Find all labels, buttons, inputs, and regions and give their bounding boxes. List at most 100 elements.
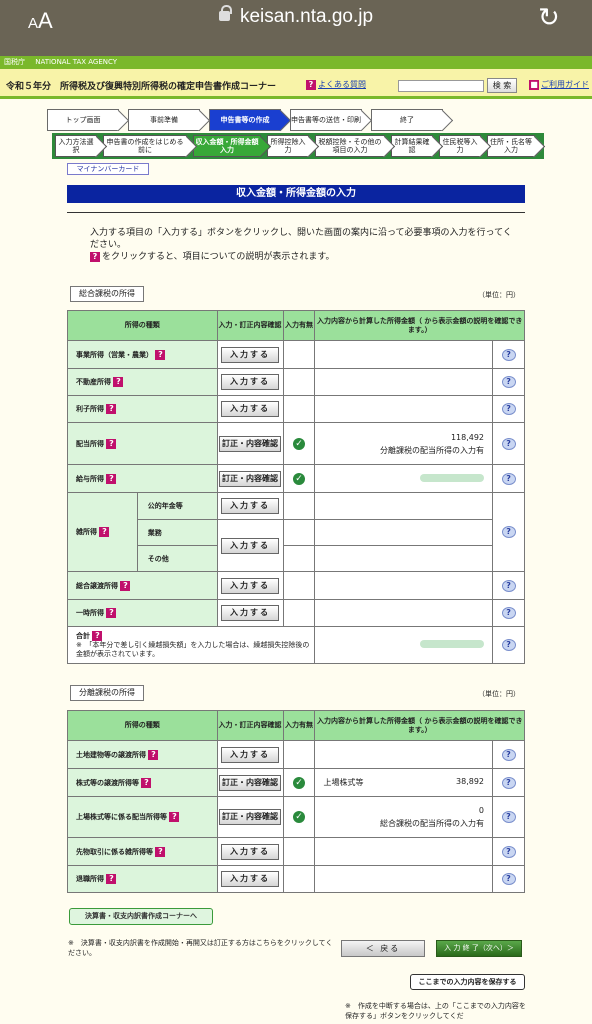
intro-line1: 入力する項目の「入力する」ボタンをクリックし、開いた画面の案内に沿って必要事項の… — [90, 228, 512, 250]
save-note: ※ 作成を中断する場合は、上の「ここまでの入力内容を保存する」ボタンをクリックし… — [345, 1002, 526, 1020]
info-icon[interactable]: ? — [501, 376, 516, 388]
info-icon[interactable]: ? — [501, 579, 516, 592]
info-icon[interactable]: ? — [501, 639, 516, 651]
help-question-icon[interactable]: ? — [155, 349, 166, 360]
input-button[interactable]: 入力する — [221, 843, 280, 860]
mynumber-card-button[interactable]: マイナンバーカード — [67, 163, 149, 175]
page-title: 収入金額・所得金額の入力 — [67, 185, 525, 203]
table-row-total: 合計 ? ※ 「本年分で差し引く繰越損失額」を入力した場合は、繰越損失控除後の金… — [66, 626, 525, 664]
col-amount: 入力内容から計算した所得金額（ から表示金額の説明を確認できます。） — [314, 710, 525, 741]
help-question-icon[interactable]: ? — [106, 438, 117, 449]
info-icon[interactable]: ? — [501, 437, 516, 450]
faq-link[interactable]: ? よくある質問 — [306, 79, 366, 90]
edit-button[interactable]: 訂正・内容確認 — [219, 774, 282, 791]
help-question-icon[interactable]: ? — [106, 404, 117, 414]
step-prep: 事前準備 — [128, 109, 200, 131]
general-income-table: 所得の種類 入力・訂正内容確認 入力有無 入力内容から計算した所得金額（ から表… — [66, 310, 525, 664]
info-icon[interactable]: ? — [501, 748, 516, 761]
agency-strip: 国税庁 NATIONAL TAX AGENCY — [0, 56, 592, 69]
table-row: 事業所得（営業・農業） ? 入力する ? — [67, 340, 525, 369]
col-has: 入力有無 — [282, 710, 316, 741]
help-question-icon[interactable]: ? — [92, 631, 103, 641]
total-note: ※ 「本年分で差し引く繰越損失額」を入力した場合は、繰越損失控除後の金額が表示さ… — [76, 641, 310, 658]
search-button[interactable]: 検 索 — [487, 78, 517, 93]
step-end: 終了 — [371, 109, 443, 131]
input-button[interactable]: 入力する — [221, 374, 280, 390]
table-row: 株式等の譲渡所得等 ? 訂正・内容確認 ✓ 上場株式等 38,892 ? — [67, 768, 525, 797]
listed-dividend-amount: 0 — [478, 806, 485, 815]
row-land: 土地建物等の譲渡所得 — [76, 750, 146, 759]
step-top: トップ画面 — [47, 109, 119, 131]
separate-income-table: 所得の種類 入力・訂正内容確認 入力有無 入力内容から計算した所得金額（ から表… — [67, 710, 525, 893]
input-button[interactable]: 入力する — [221, 346, 280, 363]
table-row: 退職所得 ? 入力する ? — [67, 865, 525, 893]
row-business: 事業所得（営業・農業） — [76, 350, 153, 359]
help-question-icon[interactable]: ? — [113, 377, 124, 387]
col-amount: 入力内容から計算した所得金額（ から表示金額の説明を確認できます。） — [314, 310, 525, 341]
help-question-icon[interactable]: ? — [169, 812, 180, 822]
dividend-note: 分離課税の配当所得の入力有 — [380, 445, 485, 455]
col-kind: 所得の種類 — [67, 710, 218, 741]
row-temporary: 一時所得 — [76, 609, 104, 617]
title-bar: 令和５年分 所得税及び復興特別所得税の確定申告書作成コーナー ? よくある質問 検… — [0, 69, 592, 99]
info-icon[interactable]: ? — [501, 873, 516, 885]
row-futures: 先物取引に係る雑所得等 — [76, 847, 153, 856]
guide-icon: ■ — [529, 79, 539, 90]
search-input[interactable] — [398, 80, 484, 92]
edit-button[interactable]: 訂正・内容確認 — [219, 435, 282, 452]
row-interest: 利子所得 — [76, 405, 104, 413]
back-button[interactable]: ＜ 戻る — [341, 940, 425, 957]
info-icon[interactable]: ? — [501, 526, 516, 538]
col-input: 入力・訂正内容確認 — [216, 310, 284, 341]
input-button[interactable]: 入力する — [221, 401, 280, 417]
input-button[interactable]: 入力する — [221, 746, 280, 763]
edit-button[interactable]: 訂正・内容確認 — [219, 809, 282, 825]
info-icon[interactable]: ? — [501, 403, 516, 415]
substep-income: 収入金額・所得金額入力 — [193, 135, 261, 157]
info-icon[interactable]: ? — [501, 845, 516, 858]
substep-resident-tax: 住民税等入力 — [439, 135, 481, 157]
info-icon[interactable]: ? — [501, 776, 516, 789]
section-separate-label: 分離課税の所得 — [70, 685, 144, 701]
agency-name-en: NATIONAL TAX AGENCY — [35, 58, 118, 66]
stock-sub-label: 上場株式等 — [323, 778, 364, 787]
reload-icon[interactable]: ↻ — [538, 3, 560, 33]
input-button[interactable]: 入力する — [221, 537, 280, 554]
next-button[interactable]: 入 力 終 了（次へ）＞ — [436, 940, 522, 957]
check-icon: ✓ — [292, 437, 305, 450]
row-misc-other: その他 — [147, 554, 169, 563]
col-has: 入力有無 — [282, 310, 316, 341]
settlement-corner-button[interactable]: 決算書・収支内訳書作成コーナーへ — [69, 908, 213, 925]
listed-dividend-note: 総合課税の配当所得の入力有 — [380, 819, 485, 828]
row-salary: 給与所得 — [76, 474, 104, 483]
help-question-icon[interactable]: ? — [120, 580, 131, 591]
input-button[interactable]: 入力する — [221, 605, 280, 621]
section-general-label: 総合課税の所得 — [70, 286, 144, 302]
table-row: 利子所得 ? 入力する ? — [67, 395, 525, 423]
input-button[interactable]: 入力する — [221, 577, 280, 594]
url-bar[interactable]: keisan.nta.go.jp — [0, 5, 592, 28]
table-row: 一時所得 ? 入力する ? — [67, 599, 525, 627]
help-question-icon[interactable]: ? — [106, 874, 117, 884]
row-misc: 雑所得 — [76, 528, 97, 536]
input-button[interactable]: 入力する — [221, 871, 280, 887]
save-progress-button[interactable]: ここまでの入力内容を保存する — [410, 974, 525, 990]
help-question-icon[interactable]: ? — [141, 777, 152, 788]
help-question-icon[interactable]: ? — [148, 749, 159, 760]
info-icon[interactable]: ? — [501, 607, 516, 619]
input-button[interactable]: 入力する — [221, 498, 280, 514]
check-icon: ✓ — [293, 776, 305, 789]
intro-text: 入力する項目の「入力する」ボタンをクリックし、開いた画面の案内に沿って必要事項の… — [90, 227, 520, 263]
info-icon[interactable]: ? — [501, 348, 516, 361]
settlement-note: ※ 決算書・収支内訳書を作成開始・再開又は訂正する方はこちらをクリックしてくださ… — [68, 939, 333, 957]
info-icon[interactable]: ? — [501, 472, 516, 485]
info-icon[interactable]: ? — [501, 811, 516, 823]
substep-method: 入力方法選択 — [55, 135, 97, 157]
help-question-icon[interactable]: ? — [99, 527, 110, 537]
edit-button[interactable]: 訂正・内容確認 — [219, 470, 282, 487]
help-question-icon[interactable]: ? — [155, 846, 166, 857]
help-question-icon[interactable]: ? — [106, 473, 117, 484]
guide-link[interactable]: ■ ご利用ガイド — [529, 79, 589, 90]
help-question-icon[interactable]: ? — [106, 608, 117, 618]
lock-icon — [218, 5, 232, 21]
